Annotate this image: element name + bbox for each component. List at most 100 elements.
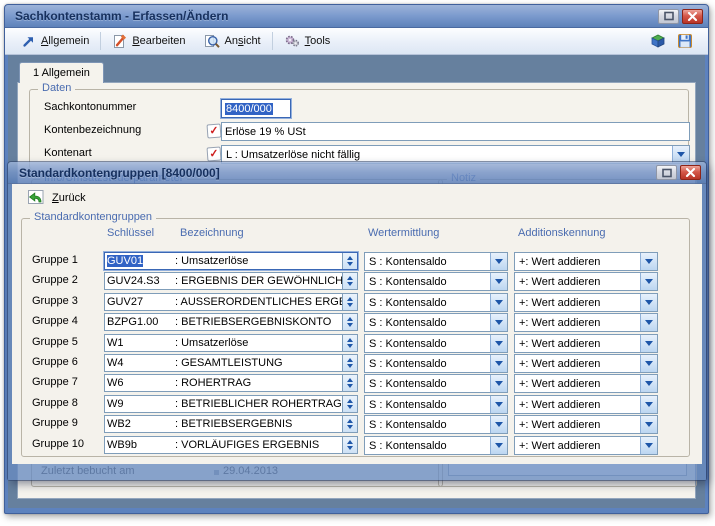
schluessel-input[interactable]: GUV01 : Umsatzerlöse: [104, 252, 358, 270]
schluessel-input[interactable]: W9 : BETRIEBLICHER ROHERTRAG: [104, 395, 358, 413]
spinner-up-icon[interactable]: [347, 338, 353, 342]
additionskennung-select[interactable]: +: Wert addieren: [514, 272, 658, 291]
spinner-down-icon[interactable]: [347, 262, 353, 266]
wertermittlung-select[interactable]: S : Kontensaldo: [364, 395, 508, 414]
schluessel-input[interactable]: WB9b : VORLÄUFIGES ERGEBNIS: [104, 436, 358, 454]
additionskennung-select[interactable]: +: Wert addieren: [514, 415, 658, 434]
schluessel-input[interactable]: W4 : GESAMTLEISTUNG: [104, 354, 358, 372]
additionskennung-select[interactable]: +: Wert addieren: [514, 374, 658, 393]
spinner-down-icon[interactable]: [347, 364, 353, 368]
spinner[interactable]: [342, 273, 357, 289]
spinner-up-icon[interactable]: [347, 419, 353, 423]
spinner-down-icon[interactable]: [347, 323, 353, 327]
dropdown-button[interactable]: [490, 273, 507, 290]
dropdown-button[interactable]: [490, 314, 507, 331]
package-icon[interactable]: [649, 32, 667, 50]
wertermittlung-select[interactable]: S : Kontensaldo: [364, 334, 508, 353]
spinner[interactable]: [342, 355, 357, 371]
menu-item-ansicht[interactable]: Ansicht: [195, 31, 270, 52]
additionskennung-select[interactable]: +: Wert addieren: [514, 395, 658, 414]
schluessel-input[interactable]: W6 : ROHERTRAG: [104, 374, 358, 392]
dropdown-button[interactable]: [490, 355, 507, 372]
spinner[interactable]: [342, 375, 357, 391]
spinner-up-icon[interactable]: [347, 378, 353, 382]
schluessel-input[interactable]: GUV27 : AUSSERORDENTLICHES ERGEBNIS: [104, 293, 358, 311]
dropdown-button[interactable]: [490, 253, 507, 270]
dropdown-button[interactable]: [672, 146, 689, 163]
spinner-down-icon[interactable]: [347, 425, 353, 429]
dropdown-button[interactable]: [640, 396, 657, 413]
spinner-up-icon[interactable]: [347, 399, 353, 403]
wertermittlung-select[interactable]: S : Kontensaldo: [364, 354, 508, 373]
spinner[interactable]: [342, 253, 357, 269]
spinner-up-icon[interactable]: [347, 358, 353, 362]
menu-item-bearbeiten[interactable]: Bearbeiten: [103, 31, 194, 52]
dropdown-button[interactable]: [490, 335, 507, 352]
spinner-up-icon[interactable]: [347, 440, 353, 444]
wertermittlung-select[interactable]: S : Kontensaldo: [364, 415, 508, 434]
dropdown-button[interactable]: [640, 294, 657, 311]
dropdown-button[interactable]: [640, 437, 657, 454]
dropdown-button[interactable]: [640, 335, 657, 352]
dropdown-button[interactable]: [640, 416, 657, 433]
additionskennung-select[interactable]: +: Wert addieren: [514, 334, 658, 353]
dropdown-button[interactable]: [490, 294, 507, 311]
spinner-up-icon[interactable]: [347, 297, 353, 301]
close-button[interactable]: [682, 9, 703, 24]
schluessel-input[interactable]: WB2 : BETRIEBSERGEBNIS: [104, 415, 358, 433]
wertermittlung-select[interactable]: S : Kontensaldo: [364, 436, 508, 455]
dropdown-button[interactable]: [490, 416, 507, 433]
wertermittlung-select[interactable]: S : Kontensaldo: [364, 374, 508, 393]
dropdown-button[interactable]: [640, 253, 657, 270]
wertermittlung-select[interactable]: S : Kontensaldo: [364, 293, 508, 312]
menu-item-tools[interactable]: Tools: [275, 31, 340, 51]
spinner-up-icon[interactable]: [347, 317, 353, 321]
wertermittlung-select[interactable]: S : Kontensaldo: [364, 272, 508, 291]
additionskennung-select[interactable]: +: Wert addieren: [514, 293, 658, 312]
dropdown-button[interactable]: [490, 375, 507, 392]
additionskennung-select[interactable]: +: Wert addieren: [514, 436, 658, 455]
additionskennung-select[interactable]: +: Wert addieren: [514, 354, 658, 373]
spinner-down-icon[interactable]: [347, 384, 353, 388]
spinner[interactable]: [342, 294, 357, 310]
spinner-down-icon[interactable]: [347, 446, 353, 450]
dialog-titlebar[interactable]: Standardkontengruppen [8400/000]: [8, 162, 706, 184]
wertermittlung-select[interactable]: S : Kontensaldo: [364, 313, 508, 332]
spinner-down-icon[interactable]: [347, 303, 353, 307]
tab-allgemein[interactable]: 1 Allgemein: [19, 62, 104, 83]
checked-icon[interactable]: ✓: [207, 147, 222, 162]
dialog-maximize-button[interactable]: [656, 165, 677, 180]
spinner[interactable]: [342, 437, 357, 453]
dropdown-button[interactable]: [640, 314, 657, 331]
kontenbezeichnung-input[interactable]: Erlöse 19 % USt: [221, 122, 690, 141]
spinner[interactable]: [342, 396, 357, 412]
main-titlebar[interactable]: Sachkontenstamm - Erfassen/Ändern: [5, 5, 708, 28]
spinner-down-icon[interactable]: [347, 344, 353, 348]
spinner[interactable]: [342, 314, 357, 330]
checked-icon[interactable]: ✓: [207, 124, 222, 139]
wertermittlung-select[interactable]: S : Kontensaldo: [364, 252, 508, 271]
additionskennung-select[interactable]: +: Wert addieren: [514, 252, 658, 271]
schluessel-input[interactable]: W1 : Umsatzerlöse: [104, 334, 358, 352]
dropdown-button[interactable]: [640, 273, 657, 290]
dropdown-button[interactable]: [640, 375, 657, 392]
schluessel-input[interactable]: BZPG1.00 : BETRIEBSERGEBNISKONTO: [104, 313, 358, 331]
zurueck-button[interactable]: Zurück: [22, 188, 92, 207]
sachkontonummer-input[interactable]: 8400/000: [221, 99, 291, 118]
dropdown-button[interactable]: [640, 355, 657, 372]
spinner-up-icon[interactable]: [347, 276, 353, 280]
spinner[interactable]: [342, 416, 357, 432]
dropdown-button[interactable]: [490, 396, 507, 413]
spinner-up-icon[interactable]: [347, 256, 353, 260]
schluessel-input[interactable]: GUV24.S3 : ERGEBNIS DER GEWÖHNLICHEN GES: [104, 272, 358, 290]
dropdown-button[interactable]: [490, 437, 507, 454]
save-icon[interactable]: [676, 32, 694, 50]
spinner-down-icon[interactable]: [347, 405, 353, 409]
wertermittlung-value: S : Kontensaldo: [369, 438, 447, 454]
dialog-close-button[interactable]: [680, 165, 701, 180]
spinner[interactable]: [342, 335, 357, 351]
additionskennung-select[interactable]: +: Wert addieren: [514, 313, 658, 332]
spinner-down-icon[interactable]: [347, 282, 353, 286]
maximize-button[interactable]: [658, 9, 679, 24]
menu-item-allgemein[interactable]: Allgemein: [13, 31, 98, 51]
